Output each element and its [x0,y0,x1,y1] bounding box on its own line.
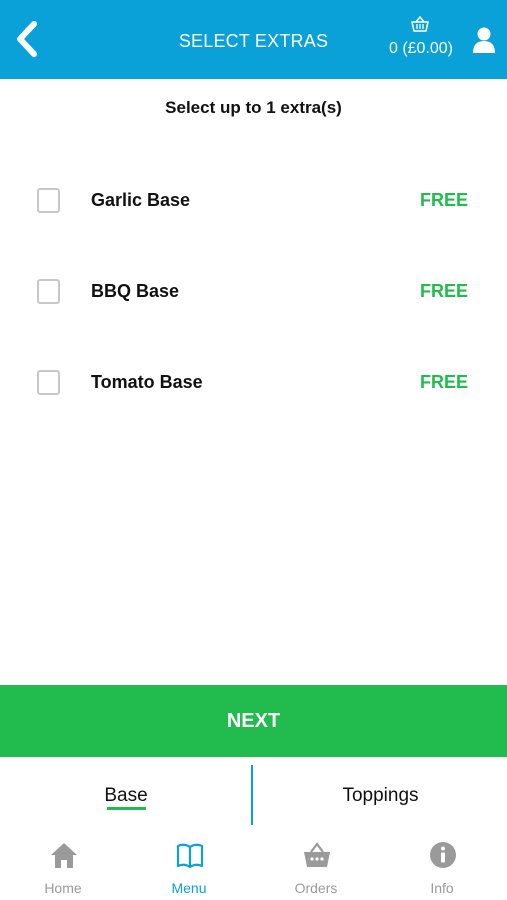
tab-home[interactable]: Home [0,832,126,900]
option-label: Garlic Base [91,190,191,210]
selection-hint: Select up to 1 extra(s) [165,98,342,117]
step-label: Base [104,785,148,806]
basket-icon [411,15,429,32]
checkbox[interactable] [37,279,60,304]
home-icon [51,843,77,868]
checkbox[interactable] [37,188,60,213]
option-price: FREE [419,281,468,301]
step-label: Toppings [342,785,419,806]
active-step-indicator [107,807,146,810]
tab-label: Home [44,880,82,896]
basket-summary: 0 (£0.00) [388,40,454,57]
step-tabs: Base Toppings [0,757,507,832]
tab-orders[interactable]: Orders [253,832,379,900]
book-icon [176,843,204,869]
next-button[interactable]: NEXT [0,685,507,757]
tab-label: Info [430,880,454,896]
tab-label: Orders [294,880,338,896]
basket-button[interactable]: 0 (£0.00) [386,14,456,64]
option-price: FREE [419,372,468,392]
extra-option-bbq-base[interactable]: BBQ Base FREE [0,261,507,321]
bottom-tab-bar: Home Menu Orders Info [0,832,507,900]
option-label: Tomato Base [91,372,203,392]
extra-option-garlic-base[interactable]: Garlic Base FREE [0,170,507,230]
tab-info[interactable]: Info [379,832,505,900]
info-icon [430,842,456,868]
step-divider [251,765,253,825]
tab-menu[interactable]: Menu [126,832,252,900]
checkbox[interactable] [37,370,60,395]
option-label: BBQ Base [91,281,180,301]
extra-option-tomato-base[interactable]: Tomato Base FREE [0,352,507,412]
option-price: FREE [419,190,468,210]
basket-icon [304,842,330,867]
user-icon[interactable] [471,26,497,54]
step-tab-base[interactable]: Base [0,757,252,832]
app-header: SELECT EXTRAS 0 (£0.00) [0,0,507,79]
tab-label: Menu [171,880,207,896]
step-tab-toppings[interactable]: Toppings [254,757,507,832]
